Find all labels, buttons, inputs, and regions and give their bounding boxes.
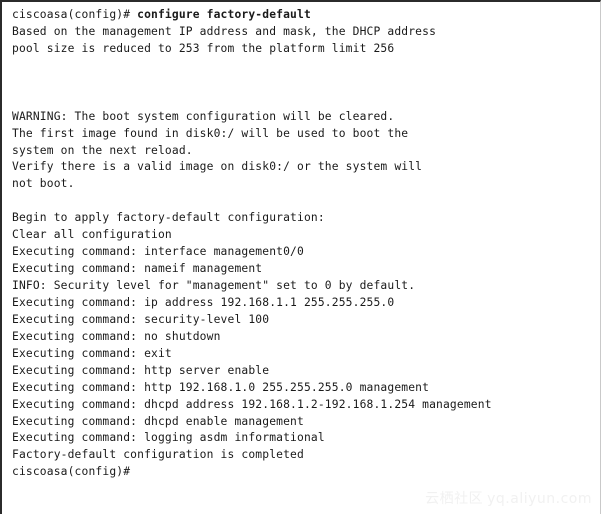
console-line: WARNING: The boot system configuration w… [12,109,395,123]
console-line: not boot. [12,177,75,191]
site-watermark: 云栖社区 yq.aliyun.com [425,488,592,508]
console-line: Based on the management IP address and m… [12,24,437,38]
console-line: Executing command: logging asdm informat… [12,431,325,445]
console-output[interactable]: ciscoasa(config)# configure factory-defa… [12,7,600,481]
console-line: Executing command: dhcpd enable manageme… [12,414,304,428]
console-line: Executing command: dhcpd address 192.168… [12,397,492,411]
console-line: Executing command: http 192.168.1.0 255.… [12,380,430,394]
shell-prompt: ciscoasa(config)# [12,8,138,21]
console-line: Clear all configuration [12,228,172,242]
console-line: INFO: Security level for "management" se… [12,279,416,292]
console-line: ciscoasa(config)# [12,465,131,479]
console-line: Verify there is a valid image on disk0:/… [12,160,423,174]
console-prompt-line: ciscoasa(config)# configure factory-defa… [12,7,600,24]
terminal-window: ciscoasa(config)# configure factory-defa… [0,0,601,514]
console-line: Begin to apply factory-default configura… [12,211,325,225]
console-line: Executing command: nameif management [12,262,263,276]
console-line: Executing command: ip address 192.168.1.… [12,295,395,309]
console-line: Executing command: http server enable [12,363,270,377]
console-line: pool size is reduced to 253 from the pla… [12,41,395,55]
console-line: Factory-default configuration is complet… [12,448,304,462]
console-line: Executing command: no shutdown [12,329,221,343]
console-line: Executing command: interface management0… [12,245,304,259]
console-line: The first image found in disk0:/ will be… [12,126,409,140]
watermark-chinese-text: 云栖社区 [425,491,484,507]
console-line: Executing command: exit [12,346,172,360]
entered-command: configure factory-default [137,8,311,21]
console-line: Executing command: security-level 100 [12,312,270,326]
console-line: system on the next reload. [12,143,193,157]
watermark-url-text: yq.aliyun.com [487,491,592,507]
